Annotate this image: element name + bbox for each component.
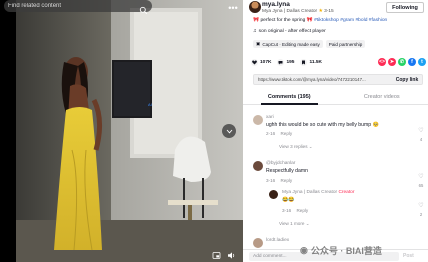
comment-like-count: 4 <box>419 137 423 142</box>
commenter-name[interactable]: xari <box>266 115 274 120</box>
share-icons: <> ➤ ✆ f t › <box>378 58 428 66</box>
comment-like-button[interactable]: ♡ 2 <box>416 194 426 217</box>
view-replies-button[interactable]: View 3 replies ⌄ <box>279 144 313 150</box>
watermark-text: 公众号 · BIAI营造 <box>310 246 382 256</box>
comment-like-count: 65 <box>418 183 424 188</box>
post-button[interactable]: Post <box>403 252 414 261</box>
music-note-icon: ♫ <box>253 29 257 34</box>
paid-partnership-badge: Paid partnership <box>325 40 366 48</box>
following-button[interactable]: Following <box>386 2 424 13</box>
related-search-bar[interactable]: Find related content <box>4 0 152 14</box>
video-caption: 🎀 perfect for the spring 🎀 #tiktokshop #… <box>253 17 427 23</box>
heart-outline-icon: ♡ <box>418 174 424 180</box>
facebook-icon[interactable]: f <box>408 58 416 66</box>
comment-meta: 3-16 Reply <box>266 178 292 183</box>
heart-outline-icon: ♡ <box>418 203 424 209</box>
comment-text: ughh this would be so cute with my belly… <box>266 122 379 128</box>
action-bar: 107K 195 11.5K <> ➤ ✆ f t › <box>251 58 427 67</box>
comment-item: xari ughh this would be so cute with my … <box>253 115 427 151</box>
comment-text: Respectfully damn <box>266 168 308 174</box>
reply-item: Mya Jyna | Dallas Creator Creator 😂😂 3-1… <box>269 190 427 230</box>
comment-meta: 2-16 Reply <box>266 131 292 136</box>
capcut-badge[interactable]: ▣ CapCut · Editing made easy <box>253 40 323 48</box>
wechat-icon: ◉ <box>300 245 308 255</box>
embed-icon[interactable]: <> <box>378 58 386 66</box>
commenter-avatar[interactable] <box>253 115 263 125</box>
search-icon[interactable] <box>139 2 148 14</box>
capcut-badge-label: CapCut · Editing made easy <box>262 41 320 47</box>
whatsapp-icon[interactable]: ✆ <box>398 58 406 66</box>
like-action[interactable]: 107K <box>251 59 271 66</box>
commenter-name[interactable]: @byjdchanlar <box>266 161 295 166</box>
tab-creator-videos[interactable]: Creator videos <box>336 90 428 104</box>
share-link-box: https://www.tiktok.com/@mya.lyna/video/7… <box>253 74 423 85</box>
volume-icon[interactable] <box>225 249 237 261</box>
reply-meta: 3-16 Reply <box>282 208 308 213</box>
paid-partnership-label: Paid partnership <box>328 41 363 47</box>
send-icon[interactable]: ➤ <box>388 58 396 66</box>
creator-tag: Creator <box>338 190 355 195</box>
badges-row: ▣ CapCut · Editing made easy Paid partne… <box>253 40 366 48</box>
music-link[interactable]: ♫ son original - after effect player <box>253 29 326 34</box>
comment-like-button[interactable]: ♡ 4 <box>416 119 426 142</box>
video-player[interactable]: AI Find related content ••• <box>0 0 243 262</box>
like-count: 107K <box>260 60 272 65</box>
reply-button[interactable]: Reply <box>280 178 292 183</box>
details-panel: mya.lyna Mya Jyna | Dallas Creator ★ 3-1… <box>243 0 428 262</box>
author-avatar[interactable] <box>249 1 261 13</box>
heart-icon <box>251 59 258 66</box>
twitter-icon[interactable]: t <box>418 58 426 66</box>
reply-text: 😂😂 <box>282 197 295 203</box>
comment-count: 195 <box>286 60 295 65</box>
commenter-avatar[interactable] <box>253 238 263 248</box>
comment-date: 3-16 <box>266 178 276 183</box>
reply-author: Mya Jyna | Dallas Creator <box>282 190 338 195</box>
next-video-button[interactable] <box>222 124 236 138</box>
commenter-name[interactable]: lordt.ladiex <box>266 238 289 243</box>
picture-in-picture-icon[interactable] <box>210 249 222 261</box>
copy-link-button[interactable]: Copy link <box>392 74 422 85</box>
view-more-button[interactable]: View 1 more ⌄ <box>279 221 310 227</box>
comment-like-count: 2 <box>419 212 423 217</box>
comment-item: @byjdchanlar Respectfully damn 3-16 Repl… <box>253 161 427 189</box>
video-left-border <box>0 0 16 262</box>
bookmark-action[interactable]: 11.5K <box>300 59 322 66</box>
svg-text:AI: AI <box>148 102 152 107</box>
comment-date: 2-16 <box>266 131 276 136</box>
capcut-icon: ▣ <box>256 41 261 46</box>
video-url[interactable]: https://www.tiktok.com/@mya.lyna/video/7… <box>254 77 392 82</box>
author-username[interactable]: mya.lyna <box>262 1 290 8</box>
author-subline: Mya Jyna | Dallas Creator ★ 3-15 <box>262 9 334 14</box>
view-more-label: View 1 more <box>279 221 305 226</box>
heart-outline-icon: ♡ <box>418 128 424 134</box>
bookmark-count: 11.5K <box>309 60 323 65</box>
comments-tabs: Comments (195) Creator videos <box>243 90 428 105</box>
bookmark-icon <box>300 59 308 66</box>
post-date: 3-15 <box>324 9 334 14</box>
search-placeholder: Find related content <box>8 3 62 9</box>
comment-icon <box>277 59 285 66</box>
chevron-down-icon <box>226 129 232 133</box>
comment-like-button[interactable]: ♡ 65 <box>416 165 426 188</box>
reply-button[interactable]: Reply <box>280 131 292 136</box>
watermark: ◉ 公众号 · BIAI营造 <box>300 244 382 257</box>
tab-comments[interactable]: Comments (195) <box>243 90 336 105</box>
comment-action[interactable]: 195 <box>277 59 294 66</box>
caption-hashtags[interactable]: #tiktokshop #gram #bold #fashion <box>314 18 387 23</box>
creator-avatar[interactable] <box>269 190 278 199</box>
reply-button[interactable]: Reply <box>296 208 308 213</box>
author-display-name: Mya Jyna | Dallas Creator <box>262 9 318 14</box>
more-options-icon[interactable]: ••• <box>227 2 239 14</box>
reply-author-name[interactable]: Mya Jyna | Dallas Creator Creator <box>282 190 354 195</box>
video-frame: AI <box>16 0 243 262</box>
music-title: son original - after effect player <box>258 29 326 34</box>
reply-date: 3-16 <box>282 208 292 213</box>
caption-text: 🎀 perfect for the spring 🎀 <box>253 18 313 23</box>
commenter-avatar[interactable] <box>253 161 263 171</box>
view-replies-label: View 3 replies <box>279 144 308 149</box>
